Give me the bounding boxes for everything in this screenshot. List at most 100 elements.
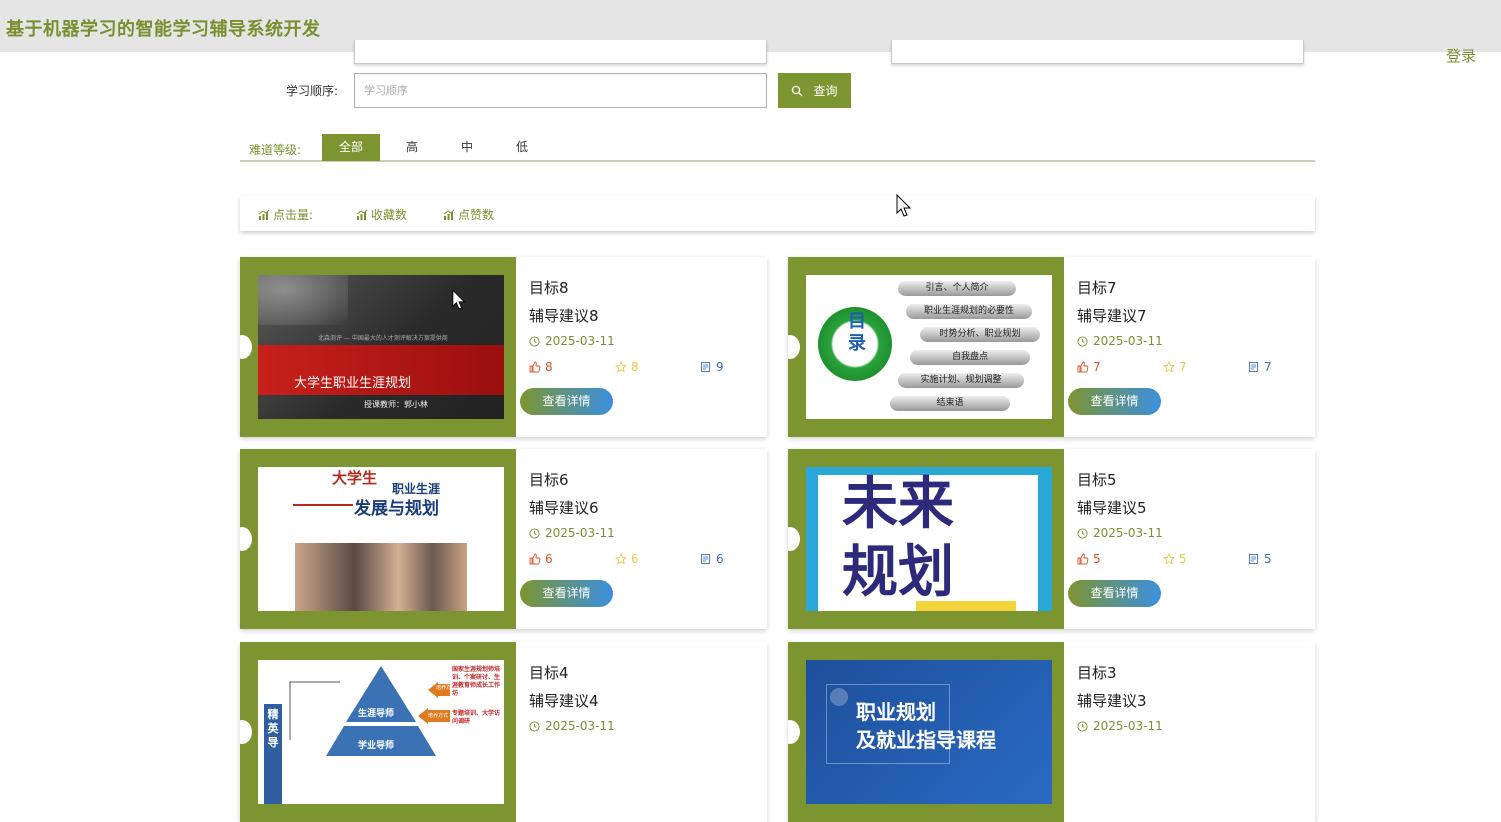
like-count-value: 6: [545, 552, 553, 566]
like-count-value: 7: [1093, 360, 1101, 374]
chart-icon: [356, 209, 368, 220]
thumbnail-line2: 及就业指导课程: [856, 728, 996, 752]
favorite-count[interactable]: 7: [1163, 360, 1187, 374]
course-card[interactable]: 职业规划 及就业指导课程 目标3 辅导建议3 2025-03-11: [788, 642, 1315, 822]
card-thumbnail[interactable]: 未来 规划: [806, 467, 1052, 611]
arrow-label-1: 培养方式: [436, 685, 452, 691]
thumbs-up-icon: [529, 553, 541, 565]
view-details-button[interactable]: 查看详情: [520, 388, 613, 415]
view-details-button[interactable]: 查看详情: [1068, 580, 1161, 607]
thumbnail-title: 大学生职业生涯规划: [294, 376, 412, 391]
filter-option-medium[interactable]: 中: [438, 134, 496, 161]
card-thumbnail[interactable]: 职业规划 及就业指导课程: [806, 660, 1052, 804]
like-count[interactable]: 5: [1077, 552, 1101, 566]
card-date-text: 2025-03-11: [545, 334, 615, 348]
star-icon: [615, 361, 627, 373]
clock-icon: [529, 335, 540, 347]
sort-by-favorites[interactable]: 收藏数: [356, 206, 407, 223]
card-title: 目标7: [1077, 279, 1117, 297]
document-icon: [701, 362, 710, 372]
like-count[interactable]: 8: [529, 360, 553, 374]
course-card[interactable]: 精英导 生涯导师 学业导师 培养方式 培养方式 国家生涯规划师培训、个案研讨、生…: [240, 642, 767, 822]
study-order-input[interactable]: 学习顺序: [354, 73, 767, 108]
toc-item: 时势分析、职业规划: [920, 327, 1040, 342]
favorite-count[interactable]: 8: [615, 360, 639, 374]
favorite-count[interactable]: 6: [615, 552, 639, 566]
card-title: 目标6: [529, 471, 569, 489]
like-count-value: 8: [545, 360, 553, 374]
login-link[interactable]: 登录: [1446, 45, 1476, 66]
previous-row-input-right[interactable]: [891, 40, 1304, 64]
card-notch: [240, 335, 252, 359]
document-icon: [1249, 554, 1258, 564]
thumbnail-glow: [258, 275, 348, 325]
mouse-cursor-icon: [452, 289, 466, 310]
card-date: 2025-03-11: [529, 334, 615, 348]
course-card[interactable]: 未来 规划 目标5 辅导建议5 2025-03-11 5 5 5 查看详情: [788, 449, 1315, 629]
clock-icon: [529, 720, 540, 732]
thumbs-up-icon: [1077, 361, 1089, 373]
favorite-count-value: 5: [1179, 552, 1187, 566]
thumbnail-rule: [293, 504, 353, 506]
thumbs-up-icon: [529, 361, 541, 373]
search-button-label: 查询: [813, 84, 838, 98]
pyramid-tier-1: 生涯导师: [358, 709, 395, 719]
view-details-button[interactable]: 查看详情: [520, 580, 613, 607]
view-count: 7: [1248, 360, 1272, 374]
card-subtitle: 辅导建议4: [529, 692, 599, 710]
toc-item: 引言、个人简介: [898, 281, 1016, 296]
view-details-button[interactable]: 查看详情: [1068, 388, 1161, 415]
chart-icon: [258, 209, 270, 220]
card-date: 2025-03-11: [529, 526, 615, 540]
toc-item: 职业生涯规划的必要性: [906, 304, 1032, 319]
thumbnail-dot: [830, 688, 848, 706]
card-thumbnail[interactable]: 精英导 生涯导师 学业导师 培养方式 培养方式 国家生涯规划师培训、个案研讨、生…: [258, 660, 504, 804]
card-image-panel: 职业规划 及就业指导课程: [788, 642, 1064, 822]
previous-row-input-left[interactable]: [354, 40, 767, 64]
card-date: 2025-03-11: [1077, 526, 1163, 540]
toc-item: 自我盘点: [910, 350, 1030, 365]
course-card[interactable]: 北森测评 — 中国最大的人才测评解决方案提供商 大学生职业生涯规划 授课教师：郭…: [240, 257, 767, 437]
filter-option-all[interactable]: 全部: [322, 134, 380, 161]
toc-item: 结束语: [890, 396, 1010, 411]
sort-by-clicks[interactable]: 点击量:: [258, 206, 313, 223]
thumbs-up-icon: [1077, 553, 1089, 565]
filter-option-low[interactable]: 低: [493, 134, 551, 161]
document-icon: [1249, 362, 1258, 372]
card-thumbnail[interactable]: 目录 引言、个人简介 职业生涯规划的必要性 时势分析、职业规划 自我盘点 实施计…: [806, 275, 1052, 419]
clock-icon: [1077, 335, 1088, 347]
favorite-count[interactable]: 5: [1163, 552, 1187, 566]
thumbnail-line2: 发展与规划: [354, 499, 439, 519]
card-date-text: 2025-03-11: [1093, 526, 1163, 540]
view-count: 9: [700, 360, 724, 374]
filter-option-high[interactable]: 高: [383, 134, 441, 161]
card-notch: [788, 527, 800, 551]
course-card[interactable]: 目录 引言、个人简介 职业生涯规划的必要性 时势分析、职业规划 自我盘点 实施计…: [788, 257, 1315, 437]
thumbnail-note-1: 国家生涯规划师培训、个案研讨、生涯教育师成长工作坊: [452, 666, 501, 697]
star-icon: [615, 553, 627, 565]
view-count-value: 7: [1264, 360, 1272, 374]
app-title: 基于机器学习的智能学习辅导系统开发: [6, 19, 321, 40]
card-thumbnail[interactable]: 大学生 职业生涯 发展与规划: [258, 467, 504, 611]
card-date-text: 2025-03-11: [1093, 719, 1163, 733]
thumbnail-center-text: 目录: [848, 311, 866, 354]
like-count[interactable]: 6: [529, 552, 553, 566]
search-icon: [792, 85, 803, 96]
course-card[interactable]: 大学生 职业生涯 发展与规划 目标6 辅导建议6 2025-03-11 6 6 …: [240, 449, 767, 629]
card-notch: [240, 527, 252, 551]
favorite-count-value: 7: [1179, 360, 1187, 374]
sort-favorites-label: 收藏数: [371, 208, 408, 222]
sort-by-likes[interactable]: 点赞数: [443, 206, 494, 223]
toc-item: 实施计划、规划调整: [898, 373, 1024, 388]
sort-clicks-label: 点击量:: [273, 208, 314, 222]
like-count[interactable]: 7: [1077, 360, 1101, 374]
thumbnail-line2: 规划: [842, 540, 954, 605]
card-subtitle: 辅导建议3: [1077, 692, 1147, 710]
card-date-text: 2025-03-11: [1093, 334, 1163, 348]
thumbnail-top: 大学生: [332, 469, 378, 487]
difficulty-filter: 难道等级: 全部 高 中 低: [240, 134, 1315, 162]
sort-likes-label: 点赞数: [458, 208, 495, 222]
thumbnail-line1: 未来: [842, 472, 954, 537]
card-thumbnail[interactable]: 北森测评 — 中国最大的人才测评解决方案提供商 大学生职业生涯规划 授课教师：郭…: [258, 275, 504, 419]
search-button[interactable]: 查询: [778, 73, 851, 108]
